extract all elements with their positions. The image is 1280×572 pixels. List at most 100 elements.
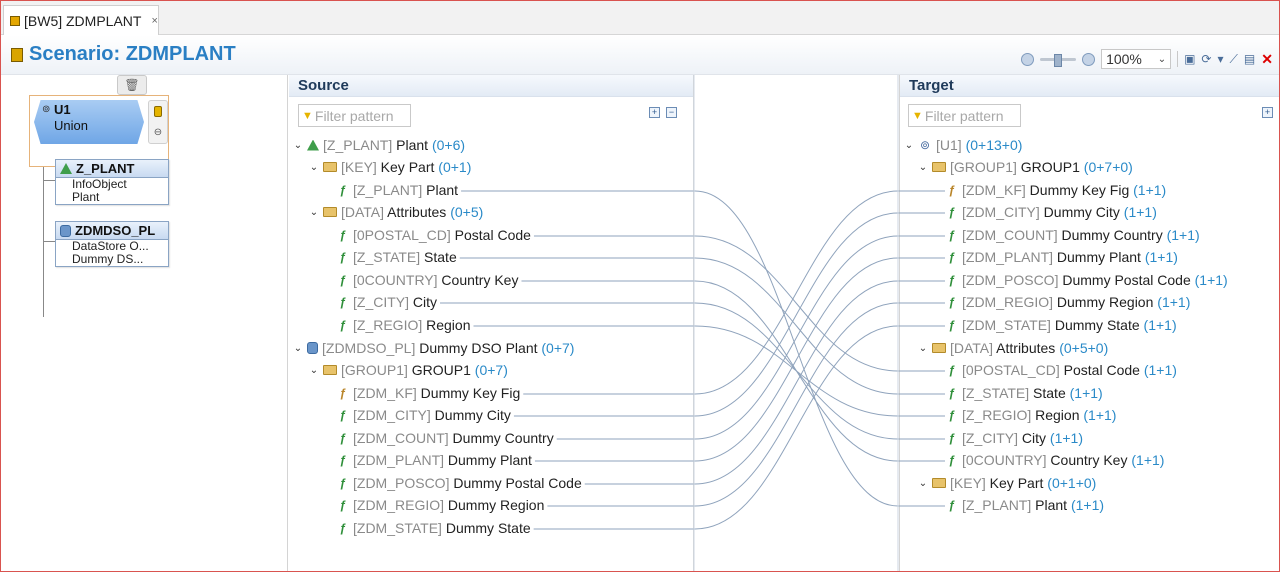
tree-row-z-plant[interactable]: ⌄ [Z_PLANT] Plant (0+6): [293, 134, 465, 156]
chevron-down-icon[interactable]: ⌄: [309, 365, 319, 376]
tree-row-field[interactable]: ƒ [ZDM_COUNT] Dummy Country: [337, 427, 554, 449]
folder-icon: [323, 207, 337, 217]
tree-row-field[interactable]: ƒ [0COUNTRY] Country Key (1+1): [946, 449, 1165, 471]
node-description: Dummy DS...: [72, 253, 144, 266]
row-label: Key Part: [985, 475, 1044, 491]
datastore-icon: [60, 224, 71, 237]
tree-row-key[interactable]: ⌄ [KEY] Key Part (0+1+0): [918, 472, 1097, 494]
database-icon[interactable]: [154, 106, 162, 117]
target-filter-input[interactable]: ▼ Filter pattern: [908, 104, 1021, 127]
tree-row-field[interactable]: ƒ [ZDM_STATE] Dummy State: [337, 517, 531, 539]
field-icon: ƒ: [339, 183, 347, 197]
tech-name: [ZDM_POSCO]: [962, 272, 1059, 288]
zoom-out-icon[interactable]: [1021, 52, 1035, 66]
row-label: GROUP1: [1016, 159, 1080, 175]
target-tree-actions: +: [1262, 107, 1273, 118]
tech-name: [DATA]: [341, 204, 385, 220]
tree-row-field[interactable]: ƒ [Z_REGIO] Region: [337, 314, 471, 336]
navigate-icon[interactable]: ⟳: [1201, 52, 1211, 66]
chevron-down-icon[interactable]: ⌄: [918, 162, 928, 173]
row-count: (1+1): [1139, 362, 1177, 378]
wand-icon[interactable]: ⟋: [1230, 52, 1238, 67]
chevron-down-icon[interactable]: ⌄: [918, 478, 928, 489]
tree-row-field[interactable]: ƒ [ZDM_REGIO] Dummy Region: [337, 494, 545, 516]
tree-row-field[interactable]: ƒ [ZDM_COUNT] Dummy Country (1+1): [946, 224, 1200, 246]
link-icon[interactable]: ⊖: [154, 127, 162, 138]
tech-name: [0POSTAL_CD]: [962, 362, 1060, 378]
tree-row-field[interactable]: ƒ [ZDM_STATE] Dummy State (1+1): [946, 314, 1177, 336]
tree-row-field[interactable]: ƒ [ZDM_POSCO] Dummy Postal Code (1+1): [946, 269, 1228, 291]
union-actions: ⊖: [148, 100, 168, 144]
chevron-down-icon[interactable]: ⌄: [309, 162, 319, 173]
tree-row-field[interactable]: ƒ [ZDM_REGIO] Dummy Region (1+1): [946, 291, 1191, 313]
collapse-all-icon[interactable]: −: [666, 107, 677, 118]
field-icon: ƒ: [948, 408, 956, 422]
tree-row-field[interactable]: ƒ [ZDM_KF] Dummy Key Fig (1+1): [946, 179, 1167, 201]
tree-row-datastore[interactable]: ⌄ [ZDMDSO_PL] Dummy DSO Plant (0+7): [293, 337, 575, 359]
tree-row-data[interactable]: ⌄ [DATA] Attributes (0+5+0): [918, 337, 1108, 359]
field-icon: ƒ: [948, 273, 956, 287]
tree-row-field[interactable]: ƒ [Z_STATE] State: [337, 246, 457, 268]
tech-name: [Z_REGIO]: [353, 317, 423, 333]
field-icon: ƒ: [339, 521, 347, 535]
datastore-node[interactable]: ZDMDSO_PL DataStore O... Dummy DS...: [55, 221, 169, 267]
row-count: (0+5+0): [1055, 340, 1109, 356]
expand-all-icon[interactable]: +: [649, 107, 660, 118]
tech-name: [0POSTAL_CD]: [353, 227, 451, 243]
union-type: Union: [54, 118, 88, 133]
toolbar-divider: [1177, 51, 1179, 67]
tree-row-key[interactable]: ⌄ [KEY] Key Part (0+1): [309, 156, 472, 178]
infoobject-node[interactable]: Z_PLANT InfoObject Plant: [55, 159, 169, 205]
save-icon[interactable]: ▤: [1244, 52, 1255, 66]
tech-name: [Z_STATE]: [353, 249, 421, 265]
layout-icon[interactable]: ▣: [1184, 52, 1195, 66]
tech-name: [Z_REGIO]: [962, 407, 1032, 423]
tree-row-field[interactable]: ƒ [Z_STATE] State (1+1): [946, 382, 1103, 404]
row-label: Region: [422, 317, 471, 333]
chevron-down-icon[interactable]: ⌄: [918, 343, 928, 354]
close-editor-icon[interactable]: ✕: [1261, 51, 1273, 68]
tree-row-field[interactable]: ƒ [Z_CITY] City (1+1): [946, 427, 1083, 449]
close-icon[interactable]: ×: [151, 15, 157, 27]
zoom-select[interactable]: 100% ⌄: [1101, 49, 1172, 69]
zoom-slider[interactable]: [1040, 53, 1077, 67]
tree-row-field[interactable]: ƒ [ZDM_CITY] Dummy City: [337, 404, 511, 426]
union-node[interactable]: ⊚ U1 Union ⊖: [29, 95, 169, 167]
tree-row-field[interactable]: ƒ [Z_CITY] City: [337, 291, 437, 313]
tree-row-group[interactable]: ⌄ [GROUP1] GROUP1 (0+7+0): [918, 156, 1133, 178]
menu-dropdown-icon[interactable]: ▾: [1217, 52, 1223, 66]
mapping-area: [695, 75, 898, 571]
tech-name: [DATA]: [950, 340, 994, 356]
tree-row-field[interactable]: ƒ [0POSTAL_CD] Postal Code (1+1): [946, 359, 1177, 381]
tree-row-field[interactable]: ƒ [ZDM_PLANT] Dummy Plant: [337, 449, 532, 471]
tree-row-field[interactable]: ƒ [Z_PLANT] Plant (1+1): [946, 494, 1104, 516]
expand-all-icon[interactable]: +: [1262, 107, 1273, 118]
chevron-down-icon[interactable]: ⌄: [293, 343, 303, 354]
tree-row-union[interactable]: ⌄ ⊚ [U1] (0+13+0): [904, 134, 1023, 156]
tree-row-field[interactable]: ƒ [ZDM_CITY] Dummy City (1+1): [946, 201, 1157, 223]
toolbar: 100% ⌄ ▣ ⟳ ▾ ⟋ ▤ ✕: [1021, 49, 1273, 69]
source-filter-input[interactable]: ▼ Filter pattern: [298, 104, 411, 127]
field-icon: ƒ: [339, 498, 347, 512]
tree-row-field[interactable]: ƒ [Z_PLANT] Plant: [337, 179, 458, 201]
tech-name: [ZDM_PLANT]: [353, 452, 445, 468]
tree-row-field[interactable]: ƒ [ZDM_KF] Dummy Key Fig: [337, 382, 521, 404]
node-description: Plant: [72, 191, 100, 204]
tree-row-field[interactable]: ƒ [0POSTAL_CD] Postal Code: [337, 224, 531, 246]
row-label: Country Key: [1046, 452, 1128, 468]
editor-tab[interactable]: [BW5] ZDMPLANT ×: [3, 5, 159, 35]
tree-row-field[interactable]: ƒ [ZDM_PLANT] Dummy Plant (1+1): [946, 246, 1178, 268]
zoom-in-icon[interactable]: [1082, 52, 1096, 66]
chevron-down-icon[interactable]: ⌄: [293, 140, 303, 151]
chevron-down-icon[interactable]: ⌄: [309, 207, 319, 218]
tech-name: [GROUP1]: [950, 159, 1017, 175]
trash-icon[interactable]: 🗑: [117, 75, 147, 95]
tree-row-field[interactable]: ƒ [0COUNTRY] Country Key: [337, 269, 519, 291]
field-icon: ƒ: [339, 431, 347, 445]
tree-row-group[interactable]: ⌄ [GROUP1] GROUP1 (0+7): [309, 359, 508, 381]
tree-row-field[interactable]: ƒ [ZDM_POSCO] Dummy Postal Code: [337, 472, 582, 494]
tree-row-field[interactable]: ƒ [Z_REGIO] Region (1+1): [946, 404, 1117, 426]
chevron-down-icon[interactable]: ⌄: [904, 140, 914, 151]
tree-row-data[interactable]: ⌄ [DATA] Attributes (0+5): [309, 201, 483, 223]
tech-name: [ZDM_KF]: [353, 385, 417, 401]
